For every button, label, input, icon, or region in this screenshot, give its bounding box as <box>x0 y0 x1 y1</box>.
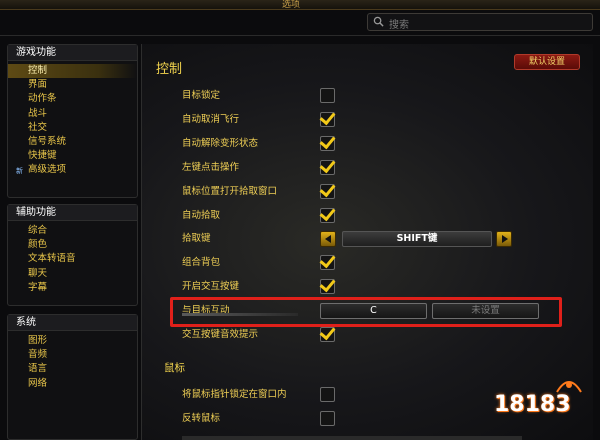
sidebar-item-colors[interactable]: 颜色 <box>8 238 137 252</box>
setting-label: 组合背包 <box>182 257 221 268</box>
invert-mouse-checkbox[interactable] <box>320 411 335 426</box>
page-title: 控制 <box>156 62 183 77</box>
arrow-right-icon[interactable] <box>496 231 512 247</box>
sidebar: 游戏功能 控制 界面 动作条 战斗 社交 信号系统 快捷键 新高级选项 辅助功能… <box>7 44 138 440</box>
watermark-text: 18183 <box>494 392 571 417</box>
setting-label: 反转鼠标 <box>182 413 221 424</box>
sidebar-group-accessibility: 辅助功能 综合 颜色 文本转语音 聊天 字幕 <box>7 204 138 306</box>
setting-label: 自动解除变形状态 <box>182 138 259 149</box>
sidebar-item-general[interactable]: 综合 <box>8 224 137 238</box>
target-lock-checkbox[interactable] <box>320 88 335 103</box>
sidebar-item-text-to-speech[interactable]: 文本转语音 <box>8 252 137 266</box>
default-settings-button[interactable]: 默认设置 <box>514 54 580 70</box>
sidebar-item-keybindings[interactable]: 快捷键 <box>8 149 137 163</box>
sidebar-item-label: 高级选项 <box>28 164 67 176</box>
search-icon <box>373 16 384 27</box>
sidebar-item-ping-system[interactable]: 信号系统 <box>8 135 137 149</box>
slider-track[interactable] <box>182 436 522 440</box>
search-input[interactable]: 搜索 <box>367 13 593 31</box>
sidebar-item-network[interactable]: 网络 <box>8 377 137 391</box>
sidebar-item-chat[interactable]: 聊天 <box>8 267 137 281</box>
section-title: 鼠标 <box>164 362 185 374</box>
new-badge: 新 <box>16 167 23 176</box>
sidebar-item-subtitles[interactable]: 字幕 <box>8 281 137 295</box>
auto-dismount-checkbox[interactable] <box>320 112 335 127</box>
interact-key-checkbox[interactable] <box>320 279 335 294</box>
auto-unshift-checkbox[interactable] <box>320 136 335 151</box>
search-placeholder: 搜索 <box>389 20 409 31</box>
sidebar-item-audio[interactable]: 音频 <box>8 348 137 362</box>
loot-key-dropdown[interactable]: SHIFT键 <box>320 231 512 247</box>
setting-label: 交互按键音效提示 <box>182 329 259 340</box>
setting-label: 将鼠标指针锁定在窗口内 <box>182 389 287 400</box>
sidebar-item-advanced[interactable]: 新高级选项 <box>8 163 137 177</box>
sidebar-item-actionbars[interactable]: 动作条 <box>8 92 137 106</box>
sidebar-item-combat[interactable]: 战斗 <box>8 107 137 121</box>
sidebar-item-graphics[interactable]: 图形 <box>8 334 137 348</box>
sidebar-group-header: 辅助功能 <box>8 205 137 221</box>
sidebar-group-header: 系统 <box>8 315 137 331</box>
sidebar-group-header: 游戏功能 <box>8 45 137 61</box>
interact-sound-checkbox[interactable] <box>320 327 335 342</box>
left-click-checkbox[interactable] <box>320 160 335 175</box>
setting-label: 开启交互按键 <box>182 281 240 292</box>
highlight-box <box>170 297 562 327</box>
window-title: 选项 <box>282 0 301 10</box>
sidebar-group-game: 游戏功能 控制 界面 动作条 战斗 社交 信号系统 快捷键 新高级选项 <box>7 44 138 198</box>
lock-cursor-checkbox[interactable] <box>320 387 335 402</box>
sidebar-item-social[interactable]: 社交 <box>8 121 137 135</box>
settings-panel: 控制 默认设置 目标锁定 自动取消飞行 自动解除变形状态 左键点击操作 鼠标位置… <box>141 44 593 440</box>
combined-bags-checkbox[interactable] <box>320 255 335 270</box>
sidebar-group-system: 系统 图形 音频 语言 网络 <box>7 314 138 440</box>
auto-loot-checkbox[interactable] <box>320 208 335 223</box>
sidebar-item-controls[interactable]: 控制 <box>8 64 137 79</box>
setting-label: 自动取消飞行 <box>182 114 240 125</box>
loot-key-value: SHIFT键 <box>342 231 492 247</box>
sidebar-item-language[interactable]: 语言 <box>8 362 137 376</box>
arrow-left-icon[interactable] <box>320 231 336 247</box>
setting-label: 拾取键 <box>182 233 211 244</box>
divider <box>0 35 600 36</box>
setting-label: 目标锁定 <box>182 90 221 101</box>
window-title-bar: 选项 <box>0 0 600 10</box>
setting-label: 自动拾取 <box>182 210 221 221</box>
loot-under-mouse-checkbox[interactable] <box>320 184 335 199</box>
setting-label: 左键点击操作 <box>182 162 240 173</box>
setting-label: 鼠标位置打开拾取窗口 <box>182 186 278 197</box>
sidebar-item-interface[interactable]: 界面 <box>8 78 137 92</box>
watermark-logo: 18183 <box>494 381 598 438</box>
